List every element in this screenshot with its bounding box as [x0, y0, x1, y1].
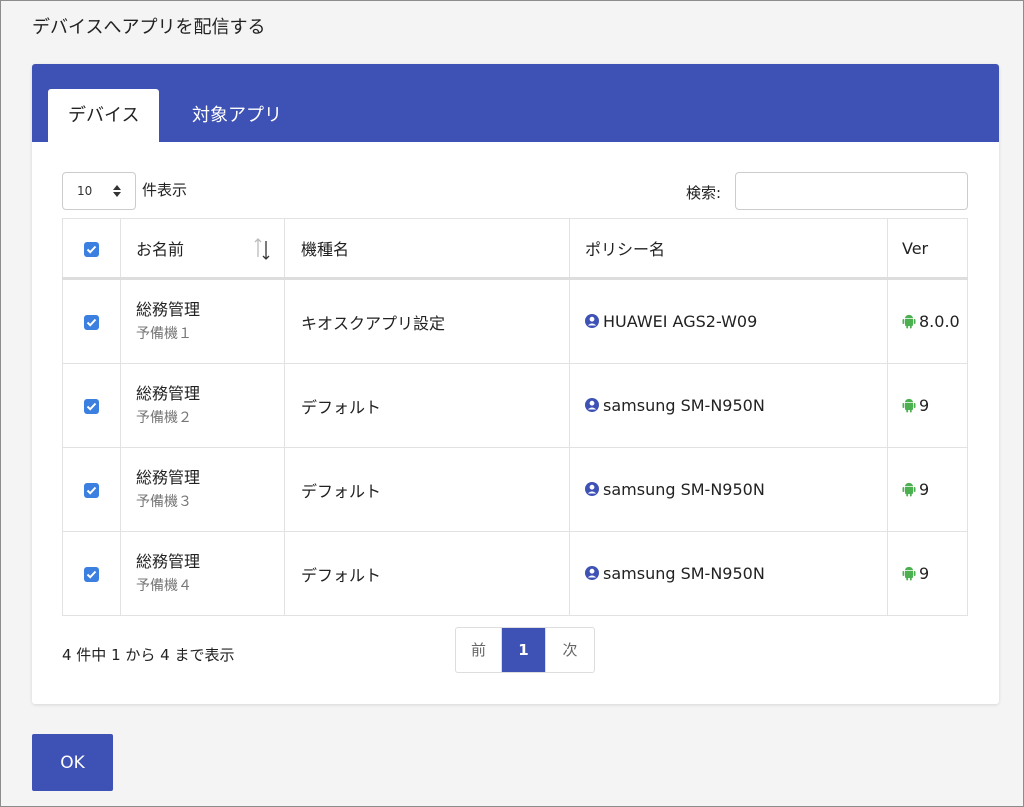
device-subname: 予備機２ — [136, 409, 192, 426]
table-row: 総務管理 予備機１ キオスクアプリ設定 HUAWEI AGS2-W09 8.0.… — [62, 278, 968, 364]
name-cell: 総務管理 予備機４ — [120, 531, 285, 616]
table-header-row: お名前 機種名 ポリシー名 Ver — [62, 218, 968, 280]
policy-name: HUAWEI AGS2-W09 — [603, 312, 758, 331]
device-subname: 予備機３ — [136, 493, 192, 510]
dialog-title: デバイスへアプリを配信する — [32, 17, 266, 38]
tab-target-apps[interactable]: 対象アプリ — [172, 89, 302, 142]
dialog-frame: デバイスへアプリを配信する デバイス 対象アプリ 10 件表示 検索: お名前 … — [0, 0, 1024, 807]
model-cell: デフォルト — [284, 531, 570, 616]
ver-cell: 9 — [887, 363, 968, 448]
policy-name: samsung SM-N950N — [603, 396, 765, 415]
header-ver[interactable]: Ver — [887, 218, 968, 280]
name-cell: 総務管理 予備機３ — [120, 447, 285, 532]
device-name: 総務管理 — [136, 383, 201, 403]
table-info: 4 件中 1 から 4 まで表示 — [62, 646, 235, 664]
pagination-prev[interactable]: 前 — [456, 628, 502, 672]
android-icon — [902, 566, 916, 581]
name-cell: 総務管理 予備機２ — [120, 363, 285, 448]
page-length-value: 10 — [77, 184, 93, 198]
select-arrows-icon — [113, 185, 121, 197]
model-cell: デフォルト — [284, 363, 570, 448]
device-table: お名前 機種名 ポリシー名 Ver 総務管理 予備機１ キオスクアプリ設定 HU… — [62, 218, 968, 616]
model-cell: デフォルト — [284, 447, 570, 532]
ver-cell: 9 — [887, 531, 968, 616]
header-model[interactable]: 機種名 — [284, 218, 570, 280]
ver-value: 9 — [919, 564, 930, 583]
header-name[interactable]: お名前 — [120, 218, 285, 280]
main-card: デバイス 対象アプリ 10 件表示 検索: お名前 機種名 ポリシー名 Ver … — [32, 64, 999, 704]
policy-cell: samsung SM-N950N — [569, 531, 888, 616]
pagination-next[interactable]: 次 — [546, 628, 594, 672]
policy-cell: samsung SM-N950N — [569, 363, 888, 448]
device-name: 総務管理 — [136, 467, 201, 487]
page-length-label: 件表示 — [142, 181, 188, 199]
sort-icon — [254, 238, 270, 260]
ver-value: 8.0.0 — [919, 312, 960, 331]
row-check-cell — [62, 363, 121, 448]
user-circle-icon — [585, 314, 599, 328]
select-all-checkbox[interactable] — [84, 241, 99, 257]
android-icon — [902, 314, 916, 329]
user-circle-icon — [585, 566, 599, 580]
ver-value: 9 — [919, 480, 930, 499]
row-checkbox[interactable] — [84, 567, 99, 582]
header-name-label: お名前 — [136, 240, 185, 259]
table-row: 総務管理 予備機４ デフォルト samsung SM-N950N 9 — [62, 531, 968, 616]
header-policy[interactable]: ポリシー名 — [569, 218, 888, 280]
ok-button[interactable]: OK — [32, 734, 113, 791]
device-name: 総務管理 — [136, 299, 201, 319]
check-icon — [86, 245, 97, 254]
tab-bar: デバイス 対象アプリ — [32, 64, 999, 142]
device-subname: 予備機１ — [136, 325, 192, 342]
check-icon — [86, 318, 97, 327]
search-input[interactable] — [735, 172, 968, 210]
model-cell: キオスクアプリ設定 — [284, 278, 570, 364]
row-check-cell — [62, 531, 121, 616]
row-checkbox[interactable] — [84, 399, 99, 414]
select-all-cell — [62, 218, 121, 280]
row-check-cell — [62, 447, 121, 532]
table-row: 総務管理 予備機３ デフォルト samsung SM-N950N 9 — [62, 447, 968, 532]
page-length-select[interactable]: 10 — [62, 172, 136, 210]
user-circle-icon — [585, 398, 599, 412]
search-label: 検索: — [686, 184, 722, 202]
check-icon — [86, 486, 97, 495]
android-icon — [902, 398, 916, 413]
policy-name: samsung SM-N950N — [603, 564, 765, 583]
ver-value: 9 — [919, 396, 930, 415]
tab-devices[interactable]: デバイス — [48, 89, 160, 142]
row-checkbox[interactable] — [84, 483, 99, 498]
user-circle-icon — [585, 482, 599, 496]
ver-cell: 9 — [887, 447, 968, 532]
device-name: 総務管理 — [136, 551, 201, 571]
ver-cell: 8.0.0 — [887, 278, 968, 364]
name-cell: 総務管理 予備機１ — [120, 278, 285, 364]
row-checkbox[interactable] — [84, 315, 99, 330]
table-row: 総務管理 予備機２ デフォルト samsung SM-N950N 9 — [62, 363, 968, 448]
pagination: 前 1 次 — [455, 627, 595, 673]
device-subname: 予備機４ — [136, 577, 192, 594]
policy-cell: HUAWEI AGS2-W09 — [569, 278, 888, 364]
row-check-cell — [62, 278, 121, 364]
check-icon — [86, 570, 97, 579]
android-icon — [902, 482, 916, 497]
pagination-page-1[interactable]: 1 — [502, 628, 546, 672]
check-icon — [86, 402, 97, 411]
policy-cell: samsung SM-N950N — [569, 447, 888, 532]
policy-name: samsung SM-N950N — [603, 480, 765, 499]
